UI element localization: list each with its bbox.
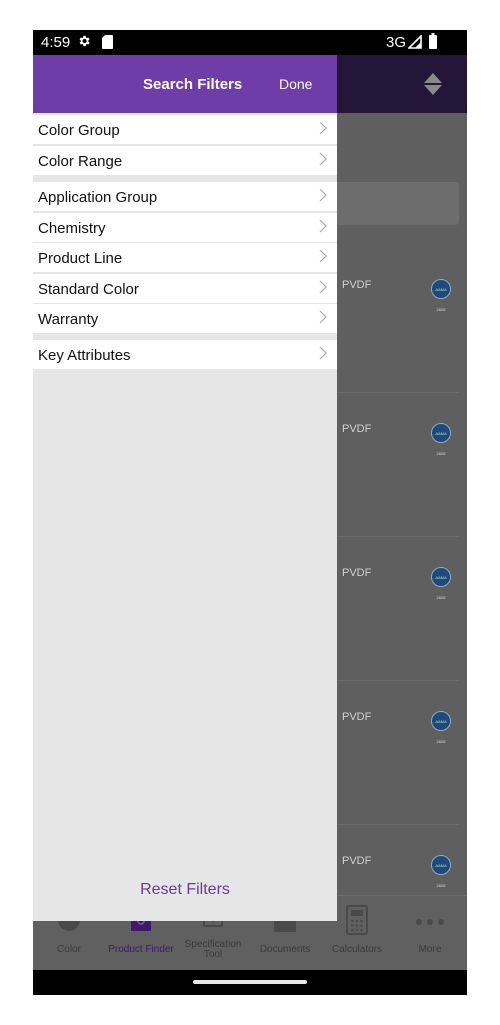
battery-icon	[429, 33, 437, 49]
calculator-icon	[346, 905, 368, 935]
filter-application-group[interactable]: Application Group	[33, 182, 337, 211]
filter-product-line[interactable]: Product Line	[33, 243, 337, 272]
certification-badge: AAMA 2605	[431, 855, 451, 888]
drawer-header: Search Filters Done	[33, 55, 337, 113]
done-button[interactable]: Done	[279, 76, 312, 92]
tab-more[interactable]: More	[393, 896, 467, 971]
list-item[interactable]: PVDF AAMA 2605	[335, 681, 459, 825]
chevron-right-icon	[319, 152, 327, 166]
chevron-right-icon	[319, 219, 327, 233]
status-time: 4:59	[41, 34, 71, 51]
chevron-right-icon	[319, 249, 327, 263]
list-item[interactable]: PVDF AAMA 2605	[335, 537, 459, 681]
reset-filters-button[interactable]: Reset Filters	[33, 881, 337, 899]
certification-badge: AAMA 2605	[431, 567, 451, 600]
system-nav-bar	[33, 970, 467, 995]
list-item[interactable]: PVDF AAMA 2605	[335, 249, 459, 393]
home-gesture-handle[interactable]	[193, 980, 307, 984]
chevron-right-icon	[319, 346, 327, 360]
chevron-right-icon	[319, 280, 327, 294]
signal-icon	[408, 35, 422, 49]
tab-label: Calculators	[331, 944, 383, 955]
tab-label: Documents	[259, 944, 311, 955]
tab-label: Product Finder	[108, 944, 174, 955]
filter-label: Product Line	[38, 250, 123, 267]
filter-standard-color[interactable]: Standard Color	[33, 274, 337, 303]
network-type: 3G	[386, 34, 407, 51]
coating-label: PVDF	[342, 855, 372, 867]
coating-label: PVDF	[342, 567, 372, 579]
list-item[interactable]: PVDF AAMA 2605	[335, 825, 459, 895]
sd-card-icon	[102, 35, 113, 49]
phone-screen: 4:59 3G PVDF AAMA 2605 PVDF AAMA 2605 PV…	[33, 30, 467, 995]
filter-label: Application Group	[38, 189, 158, 206]
list-item[interactable]: PVDF AAMA 2605	[335, 393, 459, 537]
filter-label: Warranty	[38, 311, 99, 328]
tab-label: More	[418, 944, 442, 955]
tab-label: Color	[57, 944, 81, 955]
filter-key-attributes[interactable]: Key Attributes	[33, 340, 337, 369]
certification-badge: AAMA 2605	[431, 711, 451, 744]
search-filters-drawer: Search Filters Done Color Group Color Ra…	[33, 55, 337, 921]
sort-icon[interactable]	[423, 72, 443, 96]
filter-warranty[interactable]: Warranty	[33, 304, 337, 333]
drawer-title: Search Filters	[143, 76, 243, 93]
filter-label: Color Group	[38, 122, 120, 139]
filter-label: Color Range	[38, 153, 123, 170]
coating-label: PVDF	[342, 279, 372, 291]
filter-color-range[interactable]: Color Range	[33, 146, 337, 175]
gear-icon	[79, 35, 90, 47]
filter-label: Key Attributes	[38, 347, 131, 364]
certification-badge: AAMA 2605	[431, 279, 451, 312]
filter-label: Standard Color	[38, 281, 139, 298]
more-icon	[416, 919, 444, 925]
coating-label: PVDF	[342, 423, 372, 435]
filter-color-group[interactable]: Color Group	[33, 115, 337, 144]
chevron-right-icon	[319, 121, 327, 135]
status-bar: 4:59 3G	[33, 30, 467, 55]
filter-label: Chemistry	[38, 220, 106, 237]
chevron-right-icon	[319, 188, 327, 202]
search-bar[interactable]	[335, 182, 459, 225]
coating-label: PVDF	[342, 711, 372, 723]
tab-label: Specification Tool	[184, 939, 242, 960]
certification-badge: AAMA 2605	[431, 423, 451, 456]
chevron-right-icon	[319, 310, 327, 324]
filter-chemistry[interactable]: Chemistry	[33, 213, 337, 242]
